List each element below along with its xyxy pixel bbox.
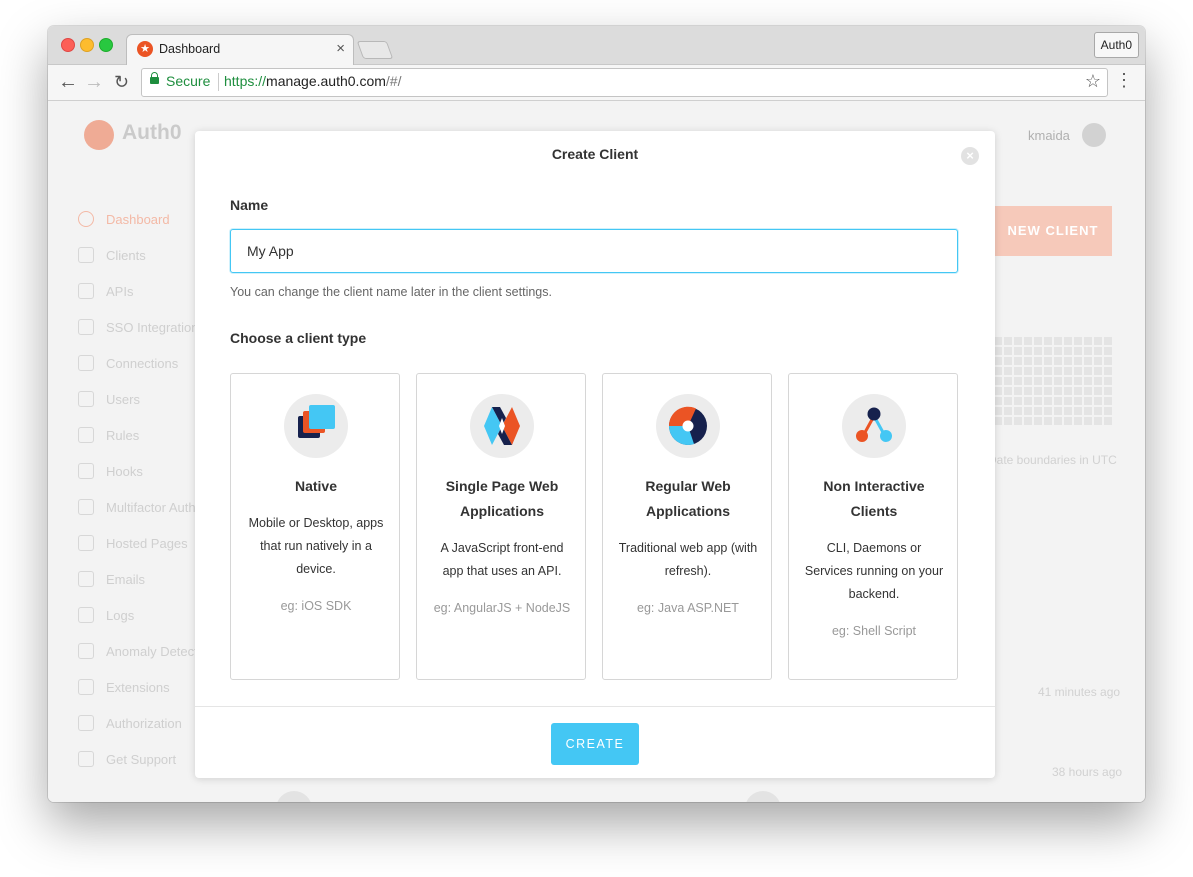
avatar[interactable]	[1082, 123, 1106, 147]
sidebar-item-label: Hosted Pages	[106, 535, 188, 551]
new-tab-button[interactable]	[356, 41, 394, 59]
profile-button[interactable]: Auth0	[1093, 32, 1139, 58]
card-description: Mobile or Desktop, apps that run nativel…	[248, 516, 384, 576]
url-host: manage.auth0.com	[266, 73, 386, 89]
timestamp-text: 38 hours ago	[1052, 765, 1123, 779]
address-bar[interactable]: Secure https://manage.auth0.com/#/ ☆	[141, 68, 1108, 97]
sidebar-item-label: Connections	[106, 355, 179, 371]
dashboard-icon	[78, 211, 94, 227]
sidebar-item-label: Logs	[106, 607, 135, 623]
url-separator	[218, 73, 219, 91]
sidebar-item-label: Emails	[106, 571, 146, 587]
card-example: eg: AngularJS + NodeJS	[433, 601, 571, 615]
connections-icon	[78, 355, 94, 371]
activity-heatmap	[994, 335, 1112, 425]
card-description: A JavaScript front-end app that uses an …	[440, 541, 564, 578]
maximize-window-button[interactable]	[99, 38, 113, 52]
username-label[interactable]: kmaida	[1028, 128, 1070, 143]
browser-window: ★ Dashboard × Auth0 ← → ↻ Secure https:/…	[48, 26, 1145, 802]
secure-label: Secure	[166, 73, 211, 89]
tab-title: Dashboard	[159, 42, 221, 56]
minimize-window-button[interactable]	[80, 38, 94, 52]
name-label: Name	[230, 197, 269, 213]
close-window-button[interactable]	[61, 38, 75, 52]
name-hint: You can change the client name later in …	[230, 285, 552, 299]
apis-icon	[78, 283, 94, 299]
sidebar-item-label: Rules	[106, 427, 140, 443]
non-interactive-client-icon	[842, 394, 906, 458]
sso-icon	[78, 319, 94, 335]
rules-icon	[78, 427, 94, 443]
modal-footer: CREATE	[195, 706, 995, 779]
hosted-pages-icon	[78, 535, 94, 551]
auth0-logo-text: Auth0	[122, 121, 182, 144]
client-type-spa-card[interactable]: Single Page Web Applications A JavaScrip…	[416, 373, 586, 680]
tab-close-icon[interactable]: ×	[336, 40, 345, 57]
timestamp-text: 41 minutes ago	[1038, 685, 1121, 699]
auth0-favicon-icon: ★	[137, 41, 153, 57]
auth0-logo-icon	[84, 120, 114, 150]
lock-icon	[150, 72, 159, 84]
card-title: Single Page Web Applications	[445, 478, 559, 519]
support-icon	[78, 751, 94, 767]
sidebar-item-label: SSO Integrations	[106, 319, 205, 335]
avatar	[276, 791, 312, 802]
page-content: Auth0 kmaida Dashboard Clients APIs SSO …	[48, 101, 1145, 802]
sidebar-item-label: Hooks	[106, 463, 143, 479]
forward-arrow-icon[interactable]: →	[84, 70, 104, 94]
card-example: eg: Java ASP.NET	[637, 601, 739, 615]
title-bar: ★ Dashboard × Auth0	[48, 26, 1145, 66]
card-example: eg: Shell Script	[831, 624, 917, 638]
sidebar-item-label: Clients	[106, 247, 146, 263]
sidebar-item-label: Multifactor Auth	[106, 499, 196, 515]
extensions-icon	[78, 679, 94, 695]
card-title: Non Interactive Clients	[823, 478, 925, 519]
create-client-modal: Create Client × Name You can change the …	[195, 131, 995, 778]
client-type-options: Native Mobile or Desktop, apps that run …	[230, 373, 960, 681]
card-title: Native	[294, 478, 338, 494]
spa-icon	[470, 394, 534, 458]
modal-title: Create Client	[551, 146, 639, 162]
client-type-label: Choose a client type	[230, 330, 367, 346]
url-scheme: https://	[224, 73, 267, 89]
url-text[interactable]: https://manage.auth0.com/#/	[224, 73, 401, 89]
new-client-button[interactable]: NEW CLIENT	[994, 206, 1112, 256]
card-description: Traditional web app (with refresh).	[618, 541, 758, 578]
close-icon[interactable]: ×	[961, 147, 979, 165]
client-type-regular-web-card[interactable]: Regular Web Applications Traditional web…	[602, 373, 772, 680]
card-title: Regular Web Applications	[645, 478, 731, 519]
browser-toolbar: ← → ↻ Secure https://manage.auth0.com/#/…	[48, 65, 1145, 101]
hooks-icon	[78, 463, 94, 479]
browser-tab-dashboard[interactable]: ★ Dashboard ×	[126, 34, 354, 66]
bookmark-star-icon[interactable]: ☆	[1085, 71, 1101, 92]
sidebar-item-label: Extensions	[106, 679, 170, 695]
sidebar-item-label: Users	[106, 391, 140, 407]
reload-icon[interactable]: ↻	[114, 70, 129, 94]
client-name-input[interactable]	[230, 229, 958, 273]
card-example: eg: iOS SDK	[280, 599, 352, 613]
browser-menu-icon[interactable]: ⋮	[1115, 70, 1133, 91]
card-description: CLI, Daemons or Services running on your…	[804, 541, 944, 601]
url-path: /#/	[385, 73, 402, 89]
clients-icon	[78, 247, 94, 263]
client-type-non-interactive-card[interactable]: Non Interactive Clients CLI, Daemons or …	[788, 373, 958, 680]
back-arrow-icon[interactable]: ←	[58, 70, 78, 94]
logs-icon	[78, 607, 94, 623]
sidebar-item-label: Dashboard	[106, 211, 170, 227]
users-icon	[78, 391, 94, 407]
create-button[interactable]: CREATE	[551, 723, 639, 765]
sidebar-item-label: Authorization	[106, 715, 182, 731]
authorization-icon	[78, 715, 94, 731]
regular-web-app-icon	[656, 394, 720, 458]
anomaly-icon	[78, 643, 94, 659]
sidebar-item-label: APIs	[106, 283, 134, 299]
native-app-icon	[284, 394, 348, 458]
client-type-native-card[interactable]: Native Mobile or Desktop, apps that run …	[230, 373, 400, 680]
sidebar-item-label: Get Support	[106, 751, 177, 767]
avatar	[745, 791, 781, 802]
multifactor-icon	[78, 499, 94, 515]
emails-icon	[78, 571, 94, 587]
date-boundaries-note: Date boundaries in UTC	[988, 453, 1117, 467]
